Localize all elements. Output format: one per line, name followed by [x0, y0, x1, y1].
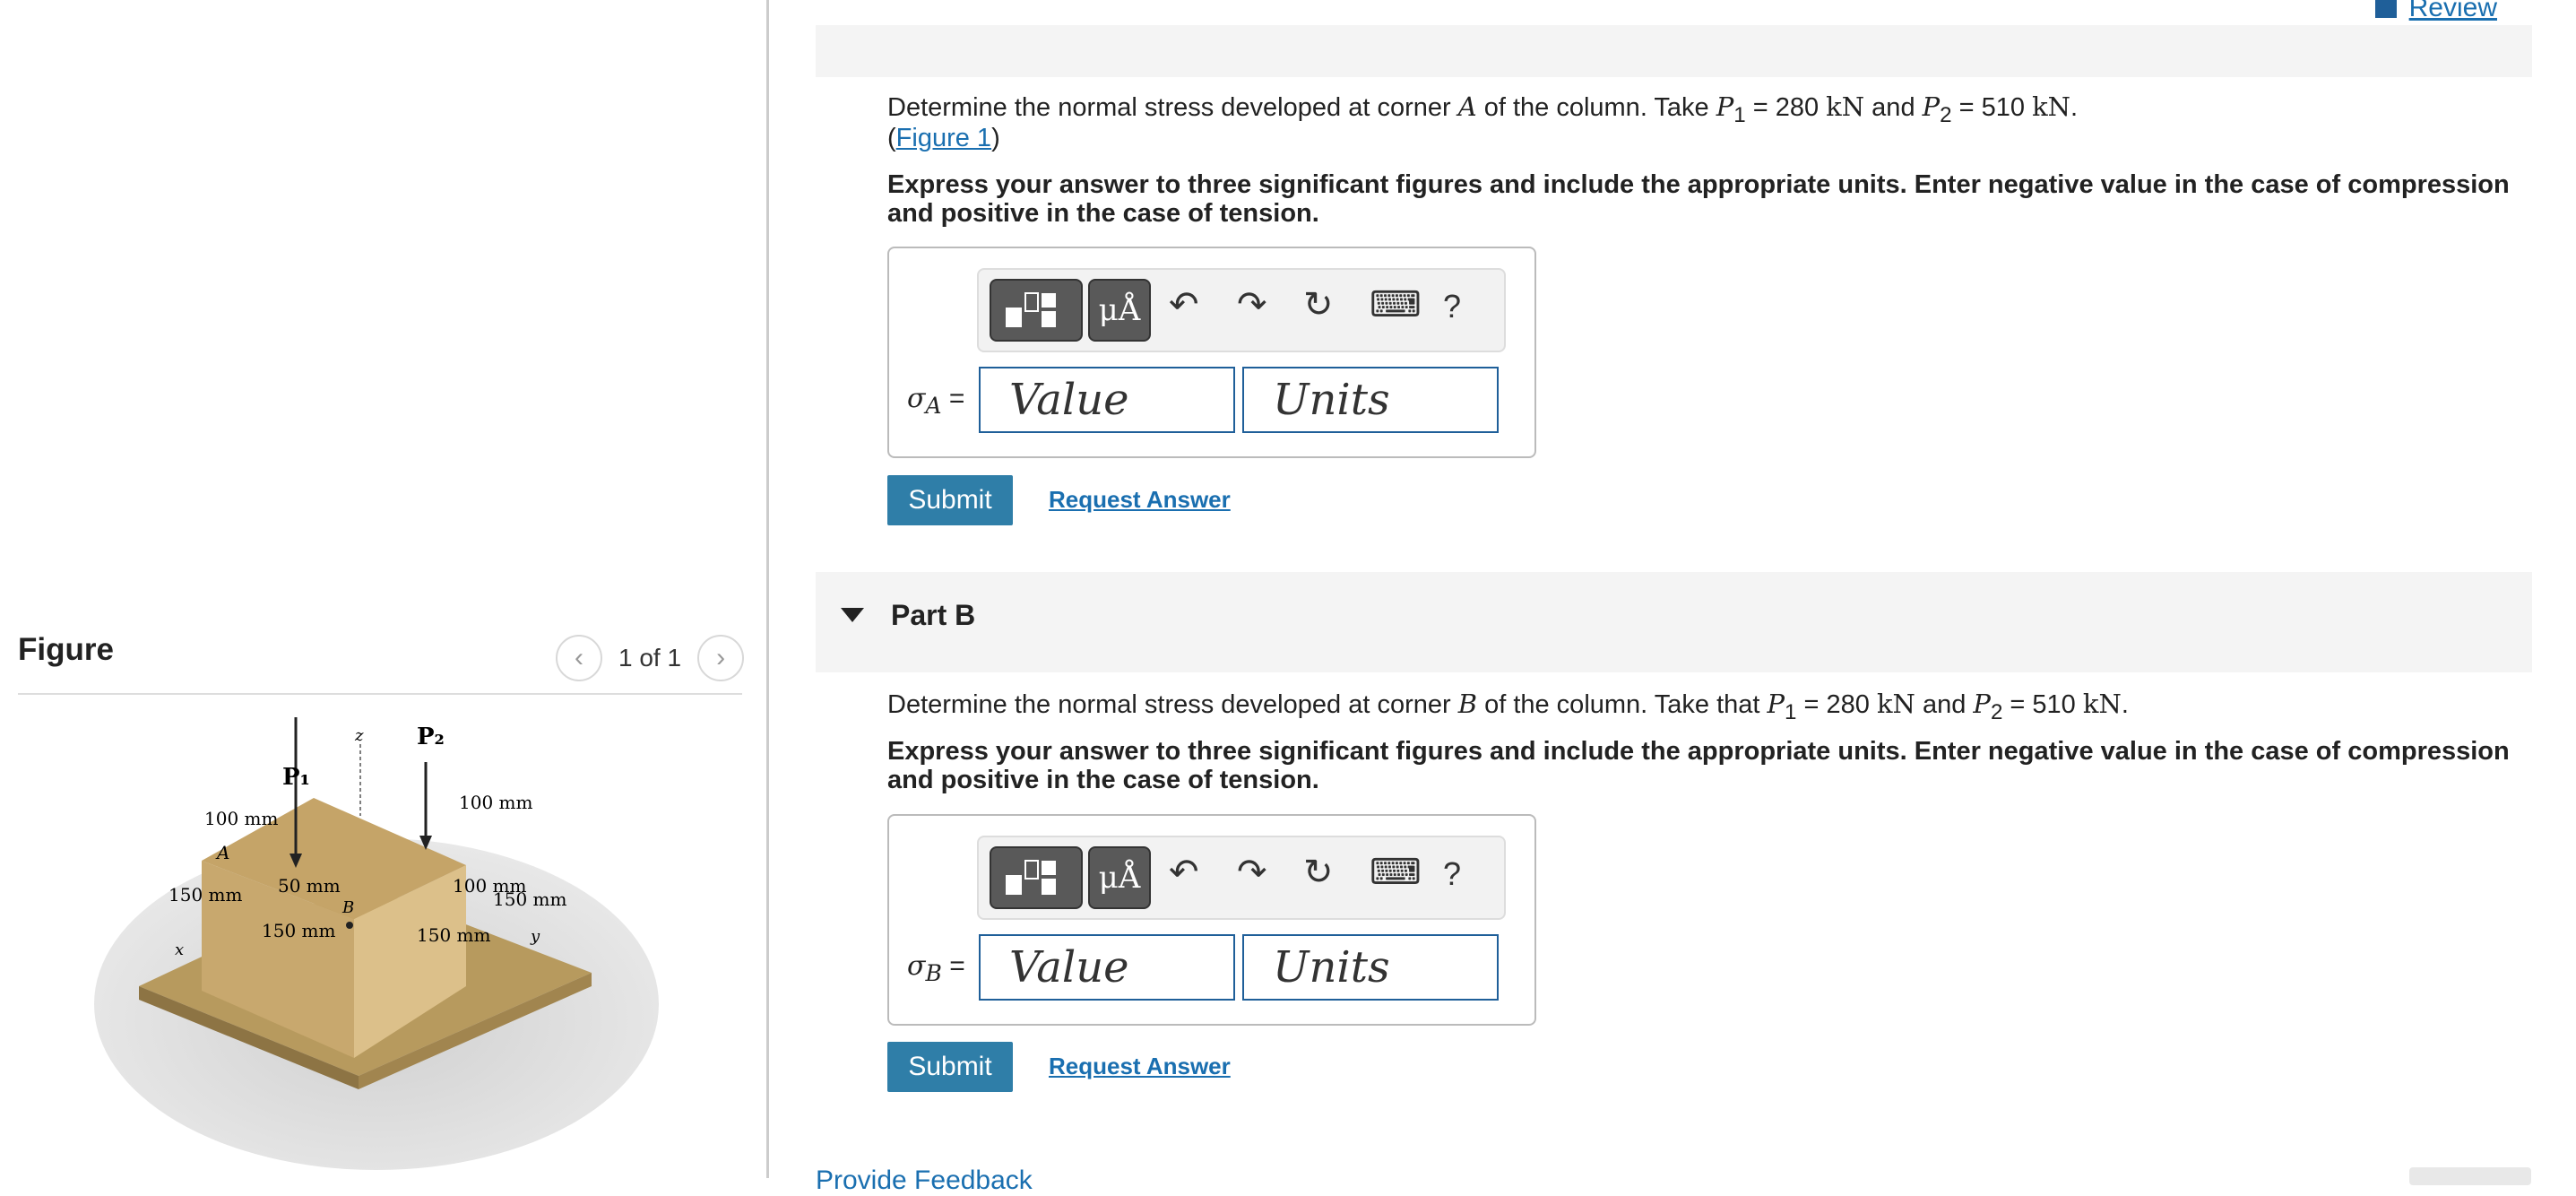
figure-rule — [18, 693, 742, 695]
next-button[interactable] — [2409, 1167, 2531, 1185]
value-input-a[interactable]: Value — [979, 367, 1235, 433]
keyboard-icon[interactable]: ⌨ — [1370, 284, 1422, 325]
book-icon — [2374, 0, 2397, 18]
label-y: y — [530, 927, 540, 946]
undo-icon[interactable]: ↶ — [1169, 852, 1199, 893]
review-link[interactable]: Review — [2374, 0, 2497, 23]
review-label: Review — [2408, 0, 2497, 22]
chevron-right-icon: › — [716, 643, 726, 672]
dim-150-left: 150 mm — [169, 884, 242, 906]
request-answer-a[interactable]: Request Answer — [1049, 486, 1231, 514]
symbols-button[interactable]: μÅ — [1088, 846, 1151, 909]
figure-pager: ‹ 1 of 1 › — [556, 635, 745, 681]
figure-heading: Figure — [18, 632, 114, 667]
label-a: A — [215, 842, 229, 863]
templates-button[interactable] — [990, 846, 1083, 909]
column-figure[interactable]: P₁ P₂ z A B x y 100 mm 100 mm 150 mm 50 … — [90, 717, 663, 1174]
part-b-instruction: Express your answer to three significant… — [887, 737, 2510, 794]
value-input-b[interactable]: Value — [979, 934, 1235, 1001]
part-b-answer-box: μÅ ↶ ↷ ↻ ⌨ ? σB = Value Units — [887, 814, 1536, 1026]
next-figure-button[interactable]: › — [697, 635, 745, 681]
dim-100-left: 100 mm — [204, 808, 278, 829]
templates-icon — [1006, 292, 1056, 327]
units-input-b[interactable]: Units — [1242, 934, 1499, 1001]
submit-button-a[interactable]: Submit — [887, 475, 1013, 525]
dim-50: 50 mm — [278, 875, 341, 897]
figure-link[interactable]: Figure 1 — [896, 124, 991, 152]
label-p2: P₂ — [417, 724, 445, 750]
figure-link-line: (Figure 1) — [887, 124, 1000, 152]
help-icon[interactable]: ? — [1443, 855, 1461, 893]
part-b-title: Part B — [891, 599, 976, 631]
redo-icon[interactable]: ↷ — [1237, 284, 1267, 325]
redo-icon[interactable]: ↷ — [1237, 852, 1267, 893]
label-b: B — [341, 898, 354, 917]
sigma-a-label: σA = — [907, 383, 965, 419]
math-toolbar: μÅ ↶ ↷ ↻ ⌨ ? — [977, 268, 1506, 352]
request-answer-b[interactable]: Request Answer — [1049, 1053, 1231, 1080]
keyboard-icon[interactable]: ⌨ — [1370, 852, 1422, 893]
provide-feedback-link[interactable]: Provide Feedback — [816, 1166, 1033, 1196]
part-a-header-bar — [816, 25, 2532, 77]
dim-150-mid: 150 mm — [493, 888, 566, 910]
part-b-question: Determine the normal stress developed at… — [887, 689, 2129, 724]
submit-button-b[interactable]: Submit — [887, 1042, 1013, 1092]
units-input-a[interactable]: Units — [1242, 367, 1499, 433]
panel-divider — [766, 0, 769, 1178]
reset-icon[interactable]: ↻ — [1303, 284, 1334, 325]
point-b — [346, 922, 353, 929]
templates-icon — [1006, 860, 1056, 895]
label-x: x — [175, 940, 184, 959]
prev-figure-button[interactable]: ‹ — [556, 635, 602, 681]
math-toolbar: μÅ ↶ ↷ ↻ ⌨ ? — [977, 836, 1506, 920]
part-a-question: Determine the normal stress developed at… — [887, 91, 2079, 127]
undo-icon[interactable]: ↶ — [1169, 284, 1199, 325]
dim-150-bottom-right: 150 mm — [417, 924, 490, 946]
dim-100-right: 100 mm — [459, 792, 532, 813]
templates-button[interactable] — [990, 279, 1083, 342]
sigma-b-label: σB = — [907, 950, 965, 986]
help-icon[interactable]: ? — [1443, 288, 1461, 325]
part-a-instruction: Express your answer to three significant… — [887, 170, 2510, 228]
part-a-answer-box: μÅ ↶ ↷ ↻ ⌨ ? σA = Value Units — [887, 247, 1536, 458]
collapse-triangle-icon[interactable] — [841, 608, 864, 622]
part-b-header[interactable]: Part B — [816, 572, 2532, 672]
pager-text: 1 of 1 — [618, 644, 682, 672]
chevron-left-icon: ‹ — [575, 643, 583, 672]
dim-150-bottom-left: 150 mm — [262, 920, 335, 941]
label-z: z — [354, 726, 364, 745]
label-p1: P₁ — [282, 764, 310, 791]
symbols-button[interactable]: μÅ — [1088, 279, 1151, 342]
reset-icon[interactable]: ↻ — [1303, 852, 1334, 893]
